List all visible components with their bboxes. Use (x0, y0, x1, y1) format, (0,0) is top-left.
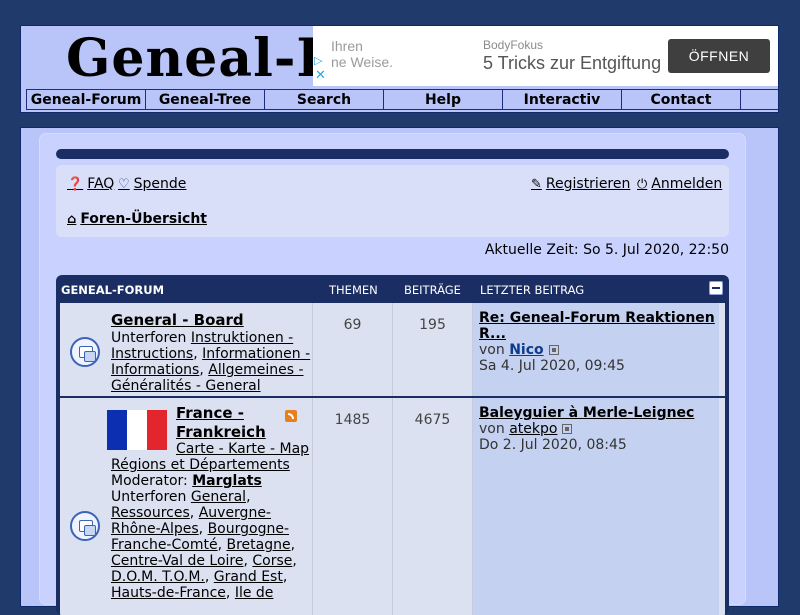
forum-title[interactable]: General - Board (111, 311, 244, 329)
main-nav: Geneal-Forum Geneal-Tree Search Help Int… (26, 89, 778, 110)
subforum-link[interactable]: Instructions (111, 346, 193, 362)
content-panel: ❓ FAQ ♡ Spende ✎ Registrieren ⏻ Anmelden… (39, 133, 746, 615)
ad-choices-icon[interactable]: ▷ (314, 54, 322, 67)
donate-link[interactable]: ♡ Spende (118, 176, 186, 192)
posts-count: 4675 (414, 412, 451, 428)
ad-brand: BodyFokus (483, 38, 544, 52)
subforum-link[interactable]: Rhône-Alpes (111, 521, 199, 537)
forum-description-line: Carte - Karte - Map (176, 441, 310, 457)
topics-count: 1485 (334, 412, 371, 428)
edit-icon: ✎ (531, 176, 542, 192)
header-bar (56, 149, 729, 159)
last-post-title[interactable]: Baleyguier à Merle-Leignec (479, 405, 715, 421)
last-post-title-cont[interactable]: R... (479, 326, 715, 342)
subforum-link[interactable]: Hauts-de-France (111, 585, 226, 601)
last-post-title[interactable]: Re: Geneal-Forum Reaktionen (479, 310, 715, 326)
site-header: Geneal-F ▷ ✕ Ihren ne Weise. BodyFokus 5… (20, 25, 779, 113)
last-post-author[interactable]: atekpo (509, 421, 557, 437)
subforum-link[interactable]: Généralités - General (111, 378, 261, 394)
forum-header: GENEAL-FORUM THEMEN BEITRÄGE LETZTER BEI… (56, 275, 729, 302)
subforum-link[interactable]: Bourgogne- (208, 521, 289, 537)
faq-link[interactable]: ❓ FAQ (67, 176, 114, 192)
nav-geneal-forum[interactable]: Geneal-Forum (26, 89, 146, 110)
subforum-link[interactable]: Informations (111, 362, 199, 378)
breadcrumb-home[interactable]: ⌂ Foren-Übersicht (67, 211, 207, 227)
forum-details: Régions et Départements Moderator: Margl… (111, 457, 297, 601)
last-post-author[interactable]: Nico (509, 342, 543, 358)
power-icon: ⏻ (637, 176, 648, 192)
posts-count: 195 (419, 317, 446, 333)
forum-title[interactable]: France - Frankreich (176, 404, 266, 442)
subforum-link[interactable]: Ressources (111, 505, 190, 521)
collapse-icon[interactable] (709, 281, 723, 295)
last-post: Baleyguier à Merle-Leignec von atekpo Do… (479, 405, 715, 453)
subforum-link[interactable]: Allgemeines - (208, 362, 303, 378)
col-topics: THEMEN (329, 283, 378, 297)
current-time: Aktuelle Zeit: So 5. Jul 2020, 22:50 (484, 242, 729, 258)
page-wrapper: ❓ FAQ ♡ Spende ✎ Registrieren ⏻ Anmelden… (20, 127, 779, 615)
view-latest-post-icon[interactable] (548, 345, 559, 355)
col-last-post: LETZTER BEITRAG (480, 283, 585, 297)
nav-more[interactable]: D (740, 89, 778, 110)
last-post-date: Sa 4. Jul 2020, 09:45 (479, 358, 625, 374)
subforum-link[interactable]: Grand Est (214, 569, 283, 585)
forum-row: General - Board Unterforen Instruktionen… (60, 303, 725, 396)
nav-geneal-tree[interactable]: Geneal-Tree (145, 89, 265, 110)
subforum-link[interactable]: Informationen - (202, 346, 310, 362)
nav-contact[interactable]: Contact (621, 89, 741, 110)
subforum-list: Unterforen Instruktionen - Instructions,… (111, 330, 311, 394)
home-icon: ⌂ (67, 211, 77, 227)
subforum-link[interactable]: Instruktionen - (191, 330, 293, 346)
forum-read-icon (70, 511, 100, 541)
nav-search[interactable]: Search (264, 89, 384, 110)
ad-close-icon[interactable]: ✕ (315, 68, 326, 83)
topics-count: 69 (343, 317, 362, 333)
advertisement-banner[interactable]: ▷ ✕ Ihren ne Weise. BodyFokus 5 Tricks z… (313, 26, 778, 86)
forum-category-title[interactable]: GENEAL-FORUM (61, 283, 164, 297)
view-latest-post-icon[interactable] (562, 424, 573, 434)
nav-interactiv[interactable]: Interactiv (502, 89, 622, 110)
subforum-link[interactable]: General (191, 489, 246, 505)
heart-icon: ♡ (118, 176, 130, 192)
rss-feed-icon[interactable] (285, 410, 297, 422)
ad-text-fragment: Ihren ne Weise. (331, 38, 393, 70)
subforum-link[interactable]: D.O.M. T.O.M. (111, 569, 205, 585)
subforum-link[interactable]: Bretagne (226, 537, 290, 553)
site-logo[interactable]: Geneal-F (66, 28, 334, 89)
register-link[interactable]: ✎ Registrieren (531, 176, 630, 192)
subforum-link[interactable]: Franche-Comté (111, 537, 218, 553)
ad-open-button[interactable]: ÖFFNEN (668, 39, 770, 73)
login-link[interactable]: ⏻ Anmelden (637, 176, 722, 192)
last-post-date: Do 2. Jul 2020, 08:45 (479, 437, 627, 453)
forum-list: GENEAL-FORUM THEMEN BEITRÄGE LETZTER BEI… (56, 275, 729, 615)
subforum-link[interactable]: Ile de (235, 585, 274, 601)
forum-read-icon (70, 337, 100, 367)
subforum-link[interactable]: Auvergne- (199, 505, 271, 521)
subforum-link[interactable]: Centre-Val de Loire (111, 553, 243, 569)
france-flag-image (107, 410, 167, 450)
col-posts: BEITRÄGE (404, 283, 461, 297)
forum-row: France - Frankreich Carte - Karte - Map … (60, 398, 725, 615)
question-circle-icon: ❓ (67, 176, 84, 192)
ad-headline[interactable]: 5 Tricks zur Entgiftung (483, 53, 661, 74)
forum-description-link[interactable]: Régions et Départements (111, 457, 290, 473)
moderator-link[interactable]: Marglats (192, 473, 262, 489)
subforum-link[interactable]: Corse (252, 553, 292, 569)
nav-help[interactable]: Help (383, 89, 503, 110)
navbar: ❓ FAQ ♡ Spende ✎ Registrieren ⏻ Anmelden… (56, 165, 729, 237)
last-post: Re: Geneal-Forum Reaktionen R... von Nic… (479, 310, 715, 374)
